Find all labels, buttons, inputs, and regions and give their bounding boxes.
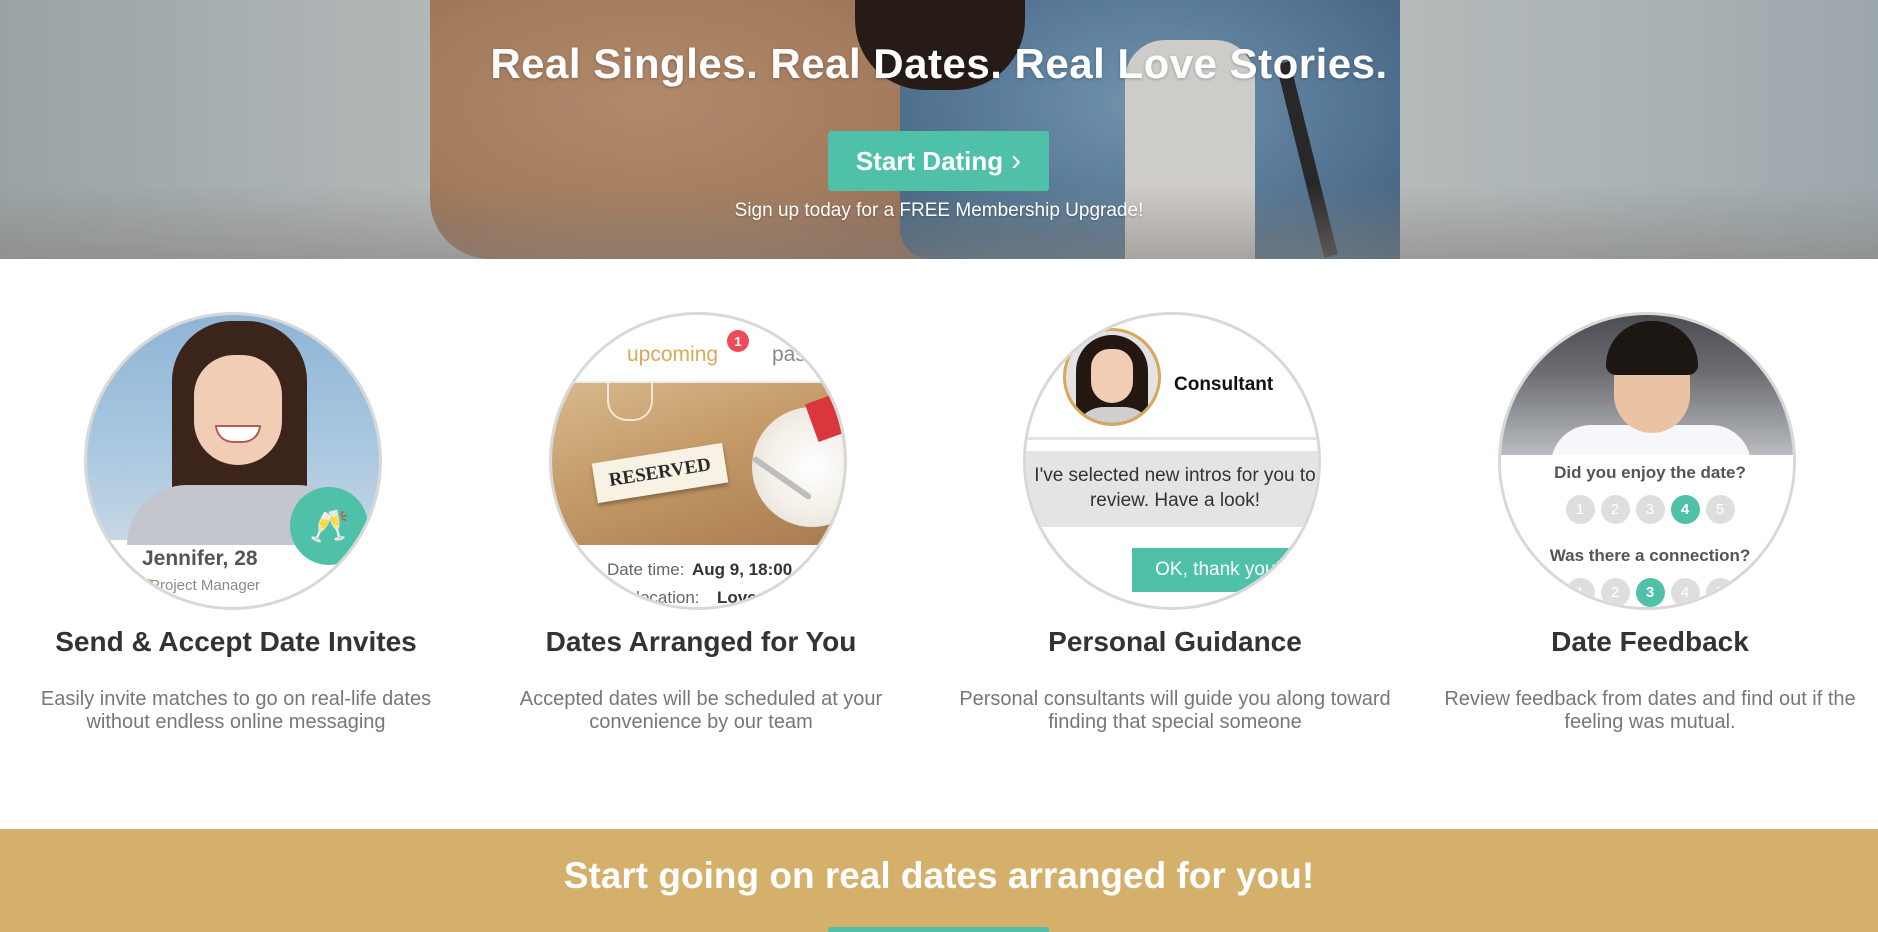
rating-dot: 4: [1670, 578, 1700, 607]
tab-past: pas: [772, 343, 806, 366]
date-location-label: e location:: [622, 588, 700, 607]
date-time-label: Date time:: [607, 560, 685, 579]
rating-dot: 5: [1705, 495, 1735, 524]
rating-dot: 1: [1565, 495, 1595, 524]
profile-job: Project Manager: [150, 577, 261, 594]
date-time-value: Aug 9, 18:00: [692, 560, 793, 579]
feature-description: Personal consultants will guide you alon…: [959, 688, 1391, 733]
rating-dot: 5: [1705, 578, 1735, 607]
rating-dot: 3: [1635, 495, 1665, 524]
feature-description: Easily invite matches to go on real-life…: [40, 688, 432, 733]
start-dating-label: Start Dating: [855, 145, 1004, 176]
profile-card-illustration: Jennifer, 28 Project Manager 🥂: [84, 312, 382, 610]
feature-title: Dates Arranged for You: [545, 626, 857, 657]
feedback-question-connection: Was there a connection?: [1549, 546, 1751, 565]
consultant-avatar-face: [1091, 349, 1133, 403]
date-location-value: Love I: [717, 588, 767, 607]
hero-title: Real Singles. Real Dates. Real Love Stor…: [490, 40, 1388, 87]
feedback-illustration: Did you enjoy the date? 12345 Was there …: [1498, 312, 1796, 610]
rating-enjoy: 12345: [1501, 495, 1793, 524]
rating-dot: 2: [1600, 495, 1630, 524]
consultant-chat-illustration: Consultant I've selected new intros for …: [1023, 312, 1321, 610]
feature-description: Review feedback from dates and find out …: [1444, 688, 1856, 733]
hero-subtitle: Sign up today for a FREE Membership Upgr…: [734, 200, 1144, 221]
tab-upcoming: upcoming: [627, 343, 719, 366]
profile-photo-face: [194, 355, 282, 465]
feature-description: Accepted dates will be scheduled at your…: [519, 688, 883, 733]
consultant-avatar: [1063, 328, 1161, 426]
cheers-glasses-icon: 🥂: [290, 487, 368, 565]
features-section: Jennifer, 28 Project Manager 🥂 Send & Ac…: [0, 259, 1878, 829]
rating-dot: 3: [1635, 578, 1665, 607]
feature-title: Send & Accept Date Invites: [55, 626, 417, 657]
reply-bubble: OK, thank you!: [1132, 548, 1304, 592]
feature-title: Date Feedback: [1551, 626, 1749, 657]
hero-banner: Real Singles. Real Dates. Real Love Stor…: [0, 0, 1878, 259]
cta-band: Start going on real dates arranged for y…: [0, 829, 1878, 932]
feedback-question-enjoy: Did you enjoy the date?: [1554, 463, 1746, 482]
start-dating-button[interactable]: Start Dating ›: [828, 131, 1049, 191]
chevron-right-icon: ›: [1011, 144, 1022, 177]
rating-dot: 2: [1600, 578, 1630, 607]
profile-name: Jennifer, 28: [142, 547, 258, 570]
upcoming-count-badge: 1: [727, 330, 749, 352]
cta-button[interactable]: [828, 927, 1049, 932]
rating-connection: 12345: [1501, 578, 1793, 607]
cta-heading: Start going on real dates arranged for y…: [563, 855, 1315, 896]
wine-glass-shape: [607, 381, 653, 421]
rating-dot: 4: [1670, 495, 1700, 524]
consultant-label: Consultant: [1174, 374, 1274, 395]
feature-title: Personal Guidance: [1048, 626, 1302, 657]
date-schedule-illustration: RESERVED upcoming 1 pas Date time: Aug 9…: [549, 312, 847, 610]
rating-dot: 1: [1565, 578, 1595, 607]
consultant-message: I've selected new intros for you to revi…: [1034, 465, 1316, 511]
